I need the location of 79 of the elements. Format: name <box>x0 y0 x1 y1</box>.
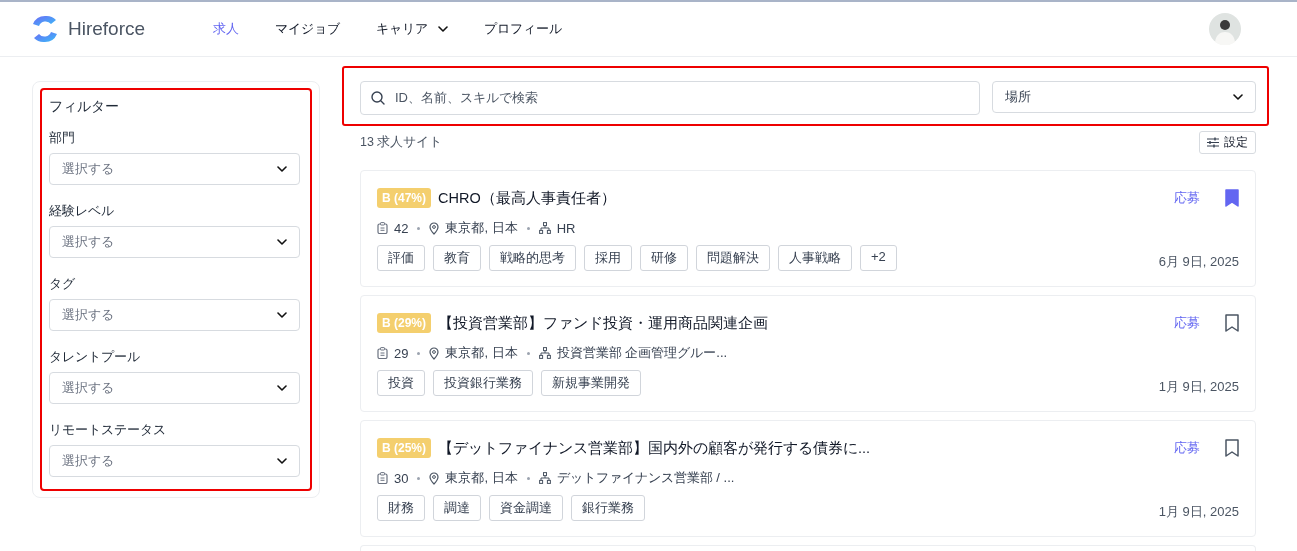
filter-label: タグ <box>49 276 76 293</box>
filter-title: フィルター <box>49 98 120 116</box>
skill-tag: 投資銀行業務 <box>433 370 533 396</box>
skill-tag: 調達 <box>433 495 481 521</box>
openings-count: 30 <box>394 470 409 486</box>
job-location: 東京都, 日本 <box>445 344 518 362</box>
clipboard-icon <box>377 472 388 484</box>
bookmark-icon[interactable] <box>1225 314 1239 332</box>
job-location: 東京都, 日本 <box>445 469 518 487</box>
clipboard-icon <box>377 222 388 234</box>
skill-tag: 資金調達 <box>489 495 563 521</box>
job-title[interactable]: 【デットファイナンス営業部】国内外の顧客が発行する債券に... <box>438 438 1167 458</box>
nav-tab[interactable]: キャリア <box>376 20 448 38</box>
sliders-icon <box>1207 137 1219 148</box>
skill-tag: 研修 <box>640 245 688 271</box>
skill-tag: 戦略的思考 <box>489 245 576 271</box>
chevron-down-icon <box>277 458 287 464</box>
settings-button[interactable]: 設定 <box>1199 131 1256 154</box>
brand-name: Hireforce <box>68 18 146 40</box>
nav-tab[interactable]: 求人 <box>213 20 239 38</box>
skill-tag: 採用 <box>584 245 632 271</box>
location-pin-icon <box>429 471 440 485</box>
org-chart-icon <box>538 472 551 484</box>
filter-select[interactable]: 選択する <box>49 299 300 331</box>
org-chart-icon <box>538 347 551 359</box>
filter-select[interactable]: 選択する <box>49 153 300 185</box>
skill-tag: 銀行業務 <box>571 495 645 521</box>
logo-icon <box>30 14 60 44</box>
job-department: デットファイナンス営業部 / ... <box>556 469 735 487</box>
skill-tag: 新規事業開発 <box>541 370 641 396</box>
clipboard-icon <box>377 347 388 359</box>
match-badge: B (25%) <box>377 438 431 458</box>
apply-link[interactable]: 応募 <box>1174 189 1200 207</box>
chevron-down-icon <box>1233 94 1243 100</box>
chevron-down-icon <box>277 239 287 245</box>
apply-link[interactable]: 応募 <box>1174 439 1200 457</box>
chevron-down-icon <box>277 312 287 318</box>
bookmark-icon[interactable] <box>1225 189 1239 207</box>
match-badge: B (47%) <box>377 188 431 208</box>
openings-count: 42 <box>394 220 409 236</box>
search-field[interactable]: ID、名前、スキルで検索 <box>360 81 980 115</box>
location-pin-icon <box>429 221 440 235</box>
chevron-down-icon <box>277 166 287 172</box>
avatar[interactable] <box>1209 13 1241 45</box>
filter-select[interactable]: 選択する <box>49 445 300 477</box>
openings-count: 29 <box>394 345 409 361</box>
filter-label: 経験レベル <box>49 203 115 220</box>
skill-tag: 財務 <box>377 495 425 521</box>
apply-link[interactable]: 応募 <box>1174 314 1200 332</box>
chevron-down-icon <box>277 385 287 391</box>
bookmark-icon[interactable] <box>1225 439 1239 457</box>
posted-date: 6月 9日, 2025 <box>1158 253 1239 271</box>
nav-tab[interactable]: プロフィール <box>484 20 562 38</box>
posted-date: 1月 9日, 2025 <box>1158 378 1239 396</box>
org-chart-icon <box>538 222 551 234</box>
skill-tag: 問題解決 <box>696 245 770 271</box>
skill-tag: 投資 <box>377 370 425 396</box>
filter-label: タレントプール <box>49 349 141 366</box>
skill-tag: 教育 <box>433 245 481 271</box>
results-count: 13 求人サイト <box>360 134 443 151</box>
location-pin-icon <box>429 346 440 360</box>
posted-date: 1月 9日, 2025 <box>1158 503 1239 521</box>
match-badge: B (29%) <box>377 313 431 333</box>
job-location: 東京都, 日本 <box>445 219 518 237</box>
job-title[interactable]: 【投資営業部】ファンド投資・運用商品関連企画 <box>438 313 1167 333</box>
nav-tab[interactable]: マイジョブ <box>275 20 340 38</box>
filter-select[interactable]: 選択する <box>49 372 300 404</box>
skill-tag: 評価 <box>377 245 425 271</box>
job-title[interactable]: CHRO（最高人事責任者） <box>438 188 1167 208</box>
chevron-down-icon <box>438 26 448 32</box>
filter-label: リモートステータス <box>49 422 167 439</box>
skill-tag: 人事戦略 <box>778 245 852 271</box>
location-select[interactable]: 場所 <box>992 81 1256 113</box>
filter-label: 部門 <box>49 130 76 147</box>
filter-select[interactable]: 選択する <box>49 226 300 258</box>
search-icon <box>371 91 385 105</box>
job-department: HR <box>556 220 576 236</box>
job-department: 投資営業部 企画管理グルー... <box>556 344 728 362</box>
skill-tag: +2 <box>860 245 897 271</box>
